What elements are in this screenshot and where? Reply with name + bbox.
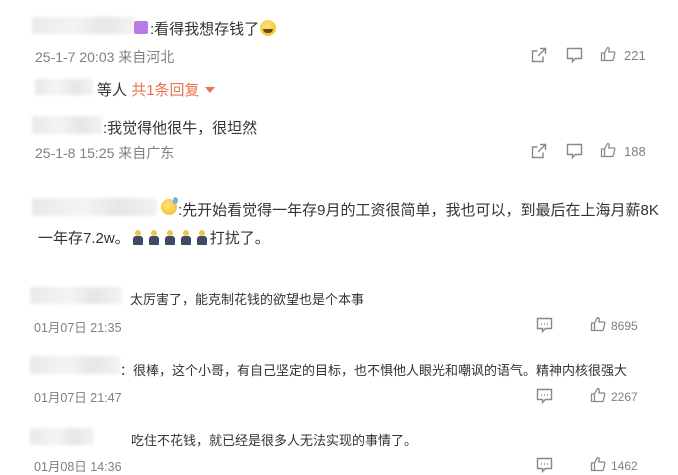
comment-text-line1: :先开始看觉得一年存9月的工资很简单，我也可以，到最后在上海月薪8K	[178, 202, 659, 219]
member-badge-icon	[134, 20, 150, 38]
comment-icon[interactable]	[536, 317, 553, 333]
share-icon[interactable]	[531, 47, 547, 63]
figure-emoji-icon	[164, 230, 176, 245]
emoji-icon	[160, 197, 178, 218]
thumbs-up-icon[interactable]	[600, 46, 616, 62]
thumbs-up-icon[interactable]	[600, 142, 616, 158]
thumbs-up-icon[interactable]	[590, 387, 606, 403]
figure-emoji-icon	[180, 230, 192, 245]
figure-emoji-icon	[148, 230, 160, 245]
figure-emoji-icon	[196, 230, 208, 245]
emoji-icon	[260, 20, 277, 36]
thumbs-up-icon[interactable]	[590, 316, 606, 332]
comment-icon[interactable]	[566, 47, 583, 63]
comment-time: 01月07日 21:35	[34, 321, 122, 335]
like-count: 2267	[611, 390, 638, 404]
comment-icon[interactable]	[566, 143, 583, 159]
comment-meta: 25-1-7 20:03 来自河北	[35, 49, 175, 65]
comment-meta: 25-1-8 15:25 来自广东	[35, 145, 175, 161]
comment-text-line2: 一年存7.2w。 打扰了。	[38, 230, 270, 247]
username-blurred	[30, 287, 122, 304]
comment-icon[interactable]	[536, 388, 553, 404]
comment-time: 01月07日 21:47	[34, 391, 122, 405]
comment-text: ：很棒，这个小哥，有自己坚定的目标，也不惧他人眼光和嘲讽的语气。精神内核很强大	[120, 363, 628, 378]
chevron-down-icon	[204, 87, 215, 93]
figure-emoji-icon	[132, 230, 144, 245]
comment-icon[interactable]	[536, 457, 553, 473]
comment-time: 01月08日 14:36	[34, 460, 122, 474]
comment-text: :看得我想存钱了	[150, 18, 277, 39]
like-count: 8695	[611, 319, 638, 333]
thumbs-up-icon[interactable]	[590, 456, 606, 472]
like-count: 1462	[611, 459, 638, 473]
username-blurred	[32, 116, 102, 134]
comment-text: 吃住不花钱，就已经是很多人无法实现的事情了。	[131, 433, 418, 448]
username-blurred	[32, 198, 157, 216]
reply-user-blurred	[35, 79, 93, 95]
comment-text: :我觉得他很牛，很坦然	[103, 120, 258, 137]
like-count: 188	[624, 144, 646, 159]
share-icon[interactable]	[531, 143, 547, 159]
username-blurred	[30, 356, 120, 374]
like-count: 221	[624, 48, 646, 63]
reply-summary: 等人 共1条回复	[97, 79, 215, 100]
comment-text: 太厉害了，能克制花钱的欲望也是个本事	[130, 292, 365, 307]
username-blurred	[30, 428, 94, 445]
username-blurred	[32, 17, 134, 34]
view-replies-link[interactable]: 共1条回复	[131, 82, 215, 99]
